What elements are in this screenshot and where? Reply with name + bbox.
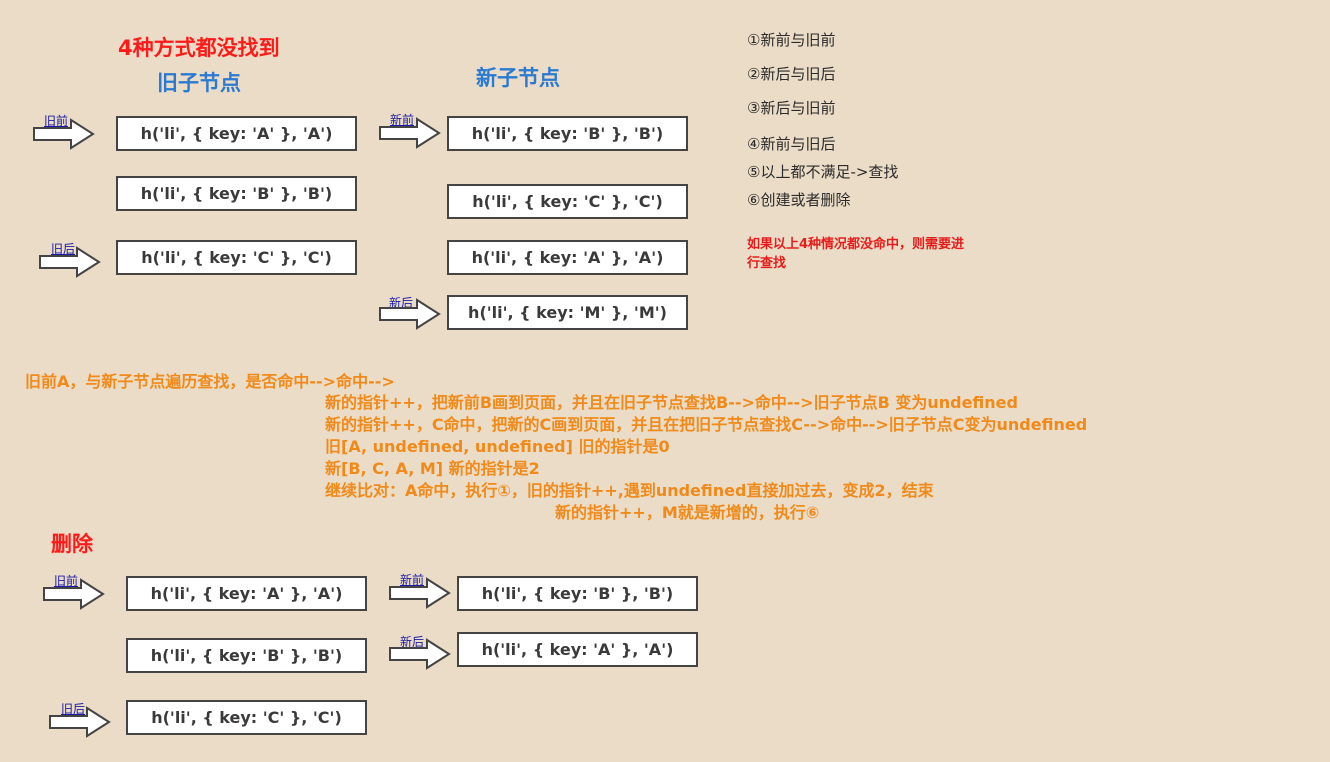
delete-old-vnode-a: h('li', { key: 'A' }, 'A') [126, 576, 367, 611]
delete-old-vnode-b: h('li', { key: 'B' }, 'B') [126, 638, 367, 673]
new-end-arrow-icon [379, 298, 441, 330]
old-end-arrow-icon [39, 246, 101, 278]
new-vnode-b: h('li', { key: 'B' }, 'B') [447, 116, 688, 151]
lookup-note: 如果以上4种情况都没命中，则需要进行查找 [747, 237, 965, 271]
new-start-arrow-icon-2 [389, 577, 451, 609]
new-vnode-a: h('li', { key: 'A' }, 'A') [447, 240, 688, 275]
new-start-arrow-icon [379, 117, 441, 149]
step-4: ④新前与旧后 [747, 135, 836, 153]
delete-title: 删除 [51, 532, 93, 556]
delete-old-vnode-c: h('li', { key: 'C' }, 'C') [126, 700, 367, 735]
step-5: ⑤以上都不满足->查找 [747, 163, 899, 181]
new-vnode-c: h('li', { key: 'C' }, 'C') [447, 184, 688, 219]
old-vnode-a: h('li', { key: 'A' }, 'A') [116, 116, 357, 151]
delete-new-vnode-a: h('li', { key: 'A' }, 'A') [457, 632, 698, 667]
step-6: ⑥创建或者删除 [747, 191, 851, 209]
old-vnode-c: h('li', { key: 'C' }, 'C') [116, 240, 357, 275]
explanation-line-7: 新的指针++，M就是新增的，执行⑥ [555, 503, 820, 522]
step-2: ②新后与旧后 [747, 65, 836, 83]
new-end-arrow-icon-2 [389, 638, 451, 670]
old-start-arrow-icon [33, 118, 95, 150]
step-3: ③新后与旧前 [747, 99, 836, 117]
explanation-line-6: 继续比对：A命中，执行①，旧的指针++,遇到undefined直接加过去，变成2… [325, 481, 934, 500]
old-end-arrow-icon-2 [49, 706, 111, 738]
explanation-line-3: 新的指针++，C命中，把新的C画到页面，并且在把旧子节点查找C-->命中-->旧… [325, 415, 1088, 434]
old-vnode-b: h('li', { key: 'B' }, 'B') [116, 176, 357, 211]
old-nodes-title: 旧子节点 [157, 71, 241, 95]
explanation-line-2: 新的指针++，把新前B画到页面，并且在旧子节点查找B-->命中-->旧子节点B … [325, 393, 1018, 412]
explanation-line-5: 新[B, C, A, M] 新的指针是2 [325, 459, 540, 478]
new-vnode-m: h('li', { key: 'M' }, 'M') [447, 295, 688, 330]
step-1: ①新前与旧前 [747, 31, 836, 49]
explanation-line-4: 旧[A, undefined, undefined] 旧的指针是0 [325, 437, 670, 456]
new-nodes-title: 新子节点 [476, 66, 560, 90]
old-start-arrow-icon-2 [43, 578, 105, 610]
main-title: 4种方式都没找到 [118, 36, 280, 60]
delete-new-vnode-b: h('li', { key: 'B' }, 'B') [457, 576, 698, 611]
